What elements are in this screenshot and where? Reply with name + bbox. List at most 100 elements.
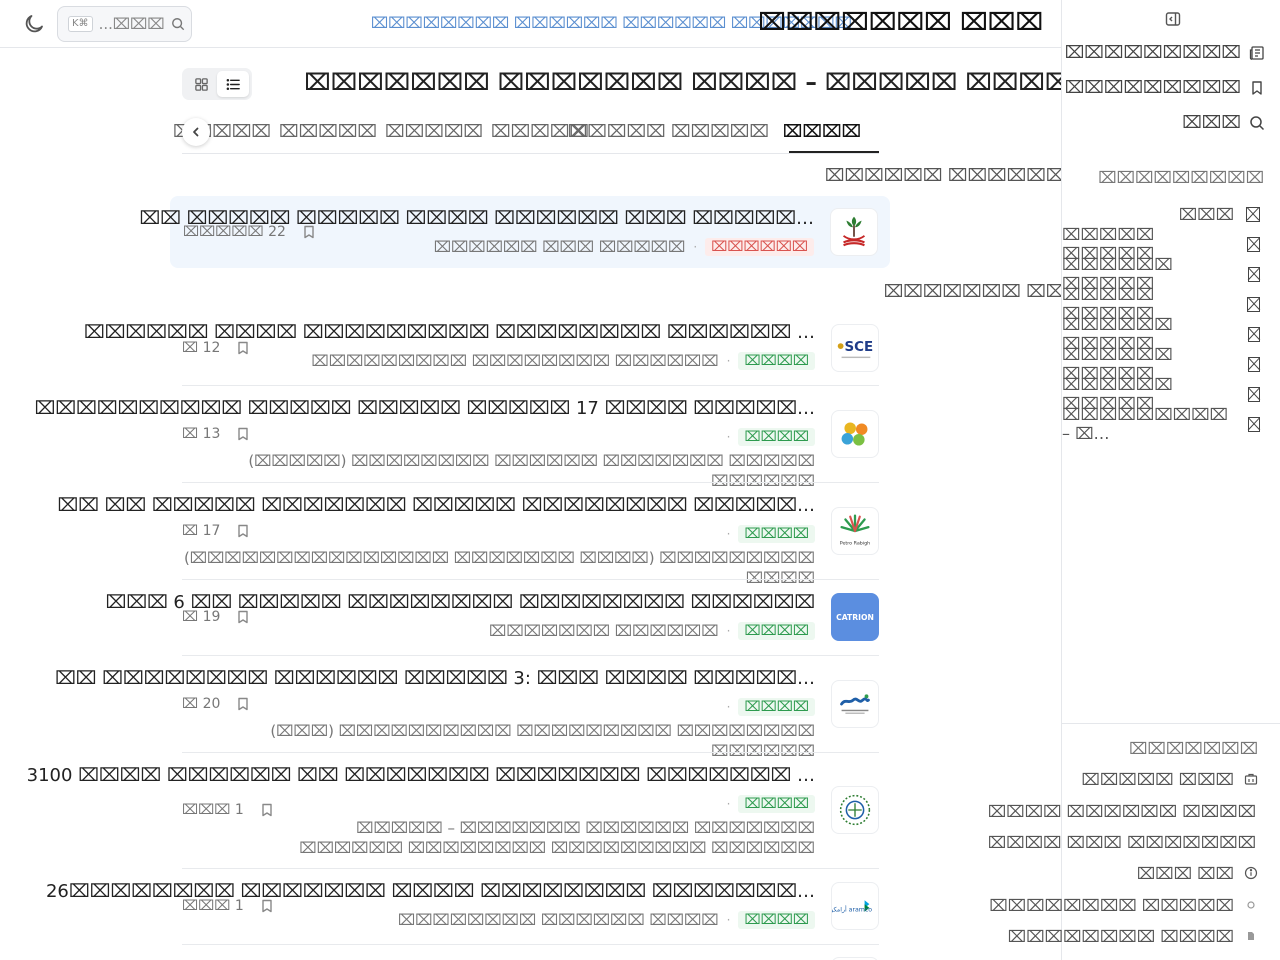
bookmark-button[interactable]	[260, 899, 274, 913]
latest-group-title: ⌧⌧⌧⌧⌧⌧⌧ ⌧⌧⌧	[883, 282, 1085, 302]
item-date: ⌧ 12	[182, 340, 221, 356]
sidebar-category[interactable]: ⌧⌧⌧⌧⌧⌧ ⌧⌧⌧⌧⌧	[1062, 345, 1260, 383]
bookmark-icon	[238, 697, 249, 711]
active-tab-indicator	[789, 151, 879, 153]
org-logo	[830, 208, 878, 256]
item-meta: · ⌧⌧⌧⌧	[727, 525, 815, 543]
bookmark-button[interactable]	[236, 427, 250, 441]
list-item[interactable]: 3100 ⌧⌧⌧⌧ ⌧⌧⌧⌧⌧⌧ ⌧⌧ ⌧⌧⌧⌧⌧⌧⌧ ⌧⌧⌧⌧⌧⌧⌧ ⌧⌧⌧⌧…	[27, 753, 879, 869]
category-icon	[1247, 326, 1260, 342]
list-item[interactable]: Petro Rabigh ⌧⌧ ⌧⌧ ⌧⌧⌧⌧⌧ ⌧⌧⌧⌧⌧⌧⌧ ⌧⌧⌧⌧⌧ ⌧…	[57, 483, 879, 587]
item-meta: · ⌧⌧⌧⌧	[727, 698, 815, 716]
org-name: ⌧⌧⌧⌧⌧⌧⌧ ⌧⌧⌧⌧⌧⌧	[489, 622, 719, 640]
footer-link[interactable]: ⌧⌧⌧⌧⌧⌧⌧⌧ ⌧⌧⌧⌧	[1008, 925, 1258, 947]
info-icon	[1244, 866, 1258, 880]
list-item[interactable]: أرامكو aramco 26⌧⌧⌧⌧⌧⌧⌧⌧ ⌧⌧⌧⌧⌧⌧⌧ ⌧⌧⌧⌧ ⌧⌧…	[46, 869, 879, 945]
item-left-meta: ⌧ 13	[182, 426, 250, 442]
tabs-scroll-left-button[interactable]	[182, 118, 210, 146]
footer-link[interactable]: ⌧⌧⌧ ⌧⌧	[1137, 862, 1258, 884]
tab-2[interactable]: ⌧⌧⌧⌧⌧ ⌧⌧⌧⌧⌧	[568, 122, 769, 142]
search-placeholder: ...⌧⌧⌧	[98, 15, 165, 33]
sidebar-item-bookmarks[interactable]: ⌧⌧⌧⌧⌧⌧⌧⌧⌧	[1065, 76, 1265, 100]
bookmark-button[interactable]	[302, 225, 316, 239]
list-view-button[interactable]	[217, 71, 249, 97]
document-icon	[1244, 929, 1258, 943]
separator-dot: ·	[726, 797, 731, 811]
item-left-meta: ⌧ 17	[182, 523, 250, 539]
ministry-seal-icon	[839, 794, 871, 826]
list-icon	[226, 78, 240, 90]
bookmark-icon	[1249, 80, 1265, 96]
sidebar-category[interactable]: ⌧⌧⌧⌧⌧⌧⌧⌧⌧ – ⌧…	[1062, 405, 1260, 443]
item-title[interactable]: ⌧⌧ ⌧⌧⌧⌧⌧⌧⌧⌧ ⌧⌧⌧⌧⌧⌧ ⌧⌧⌧⌧⌧ 3: ⌧⌧⌧ ⌧⌧⌧⌧ ⌧⌧⌧…	[55, 668, 815, 689]
item-title[interactable]: ⌧⌧⌧⌧⌧⌧⌧⌧⌧⌧ ⌧⌧⌧⌧⌧ ⌧⌧⌧⌧⌧ ⌧⌧⌧⌧⌧ 17 ⌧⌧⌧⌧ ⌧⌧⌧…	[35, 398, 815, 419]
org-logo	[831, 786, 879, 834]
bookmark-button[interactable]	[260, 803, 274, 817]
sidebar-category[interactable]: ⌧⌧⌧⌧⌧ ⌧⌧⌧⌧⌧	[1062, 285, 1260, 323]
category-tabs: ⌧⌧⌧⌧ ⌧⌧⌧⌧⌧ ⌧⌧⌧⌧⌧ ⌧⌧⌧⌧⌧ ⌧⌧⌧⌧⌧ ⌧⌧⌧⌧⌧ ⌧⌧⌧⌧⌧	[173, 114, 879, 154]
footer-link[interactable]: ⌧⌧⌧⌧ ⌧⌧⌧ ⌧⌧⌧⌧⌧⌧⌧	[988, 831, 1256, 853]
bookmark-icon	[304, 225, 314, 239]
item-date: ⌧ 17	[182, 523, 221, 539]
sima-logo-icon	[840, 694, 870, 714]
sidebar-category[interactable]: ⌧⌧⌧⌧⌧ ⌧⌧⌧⌧⌧	[1062, 225, 1260, 263]
list-item[interactable]: SCE ⌧⌧⌧⌧⌧⌧ ⌧⌧⌧⌧ ⌧⌧⌧⌧⌧⌧⌧⌧⌧ ⌧⌧⌧⌧⌧⌧⌧⌧ ⌧⌧⌧⌧⌧…	[84, 312, 879, 386]
bookmark-button[interactable]	[236, 341, 250, 355]
sidebar-item-label: ⌧⌧⌧⌧⌧⌧⌧⌧⌧	[1064, 43, 1241, 63]
sidebar-category[interactable]: ⌧⌧⌧	[1179, 202, 1260, 226]
sidebar-category[interactable]: ⌧⌧⌧⌧⌧⌧ ⌧⌧⌧⌧⌧	[1062, 255, 1260, 293]
grid-view-button[interactable]	[185, 71, 217, 97]
footer-link[interactable]: ⌧⌧⌧⌧ ⌧⌧⌧⌧⌧⌧ ⌧⌧⌧⌧	[988, 800, 1256, 822]
item-left-meta: ⌧⌧⌧ 1	[182, 898, 274, 914]
tab-all[interactable]: ⌧⌧⌧⌧	[783, 122, 861, 142]
search-box[interactable]: K⌘ ...⌧⌧⌧	[57, 6, 192, 42]
list-item[interactable]	[182, 945, 879, 960]
item-meta: ⌧⌧⌧⌧⌧⌧⌧⌧ ⌧⌧⌧⌧⌧⌧ ⌧⌧⌧⌧ · ⌧⌧⌧⌧	[398, 911, 815, 929]
svg-text:أرامكو aramco: أرامكو aramco	[832, 905, 872, 914]
list-item[interactable]: ⌧⌧ ⌧⌧⌧⌧⌧⌧⌧⌧ ⌧⌧⌧⌧⌧⌧ ⌧⌧⌧⌧⌧ 3: ⌧⌧⌧ ⌧⌧⌧⌧ ⌧⌧⌧…	[55, 656, 879, 760]
item-date: ⌧⌧⌧ 1	[182, 802, 244, 818]
top-header: K⌘ ...⌧⌧⌧ ⌧⌧⌧⌧⌧⌧⌧⌧ ⌧⌧⌧⌧⌧⌧ ⌧⌧⌧⌧⌧⌧ ⌧⌧⌧⌧⌧⌧⌧…	[0, 0, 1061, 48]
footer-link[interactable]: ⌧⌧⌧⌧⌧⌧⌧⌧ ⌧⌧⌧⌧⌧	[989, 894, 1258, 916]
bookmark-button[interactable]	[236, 524, 250, 538]
site-title[interactable]: ⌧⌧⌧⌧⌧⌧⌧ ⌧⌧⌧	[758, 8, 1043, 36]
dark-mode-toggle[interactable]	[22, 12, 46, 36]
org-logo: Petro Rabigh	[831, 507, 879, 555]
footer-link-label: ⌧⌧⌧⌧ ⌧⌧⌧ ⌧⌧⌧⌧⌧⌧⌧	[987, 832, 1256, 852]
category-label: ⌧⌧⌧	[1178, 204, 1234, 224]
tab-4[interactable]: ⌧⌧⌧⌧⌧	[385, 122, 483, 142]
item-date: ⌧⌧⌧ 1	[182, 898, 244, 914]
sidebar-category[interactable]: ⌧⌧⌧⌧⌧⌧ ⌧⌧⌧⌧⌧	[1062, 375, 1260, 413]
item-title[interactable]: 26⌧⌧⌧⌧⌧⌧⌧⌧ ⌧⌧⌧⌧⌧⌧⌧ ⌧⌧⌧⌧ ⌧⌧⌧⌧⌧⌧⌧⌧ ⌧⌧⌧⌧⌧⌧⌧…	[46, 881, 815, 902]
item-title[interactable]: 3100 ⌧⌧⌧⌧ ⌧⌧⌧⌧⌧⌧ ⌧⌧ ⌧⌧⌧⌧⌧⌧⌧ ⌧⌧⌧⌧⌧⌧⌧ ⌧⌧⌧⌧…	[27, 765, 815, 786]
item-left-meta: ⌧ 20	[182, 696, 250, 712]
chevron-left-icon	[193, 127, 199, 137]
category-icon	[1247, 356, 1260, 372]
newspaper-icon	[1249, 45, 1265, 61]
category-label: ⌧⌧⌧⌧⌧⌧⌧⌧⌧ – ⌧…	[1062, 405, 1228, 443]
footer-link-label: ⌧⌧⌧⌧⌧ ⌧⌧⌧	[1081, 769, 1234, 789]
sidebar-collapse-button[interactable]	[1164, 10, 1182, 28]
item-left-meta: ⌧ 19	[182, 609, 250, 625]
circle-icon	[1244, 898, 1258, 912]
sidebar-category[interactable]: ⌧⌧⌧⌧⌧⌧ ⌧⌧⌧⌧⌧	[1062, 315, 1260, 353]
status-badge: ⌧⌧⌧⌧	[738, 795, 815, 813]
bookmark-button[interactable]	[236, 697, 250, 711]
footer-title: ⌧⌧⌧⌧⌧⌧⌧	[1129, 737, 1258, 759]
item-title[interactable]: ⌧⌧ ⌧⌧ ⌧⌧⌧⌧⌧ ⌧⌧⌧⌧⌧⌧⌧ ⌧⌧⌧⌧⌧ ⌧⌧⌧⌧⌧⌧⌧⌧ ⌧⌧⌧⌧⌧…	[57, 495, 815, 516]
sidebar-item-search[interactable]: ⌧⌧⌧	[1182, 111, 1265, 135]
list-item[interactable]: CATRION ⌧⌧⌧ 6 ⌧⌧ ⌧⌧⌧⌧⌧ ⌧⌧⌧⌧⌧⌧⌧⌧ ⌧⌧⌧⌧⌧⌧⌧⌧…	[105, 580, 879, 656]
item-date: ⌧ 13	[182, 426, 221, 442]
tab-3[interactable]: ⌧⌧⌧⌧⌧	[491, 122, 589, 142]
view-toggle	[182, 68, 252, 100]
tab-5[interactable]: ⌧⌧⌧⌧⌧	[279, 122, 377, 142]
list-item[interactable]: ⌧⌧⌧⌧⌧⌧⌧⌧⌧⌧ ⌧⌧⌧⌧⌧ ⌧⌧⌧⌧⌧ ⌧⌧⌧⌧⌧ 17 ⌧⌧⌧⌧ ⌧⌧⌧…	[35, 386, 879, 490]
org-name: ⌧⌧⌧⌧⌧⌧⌧⌧⌧ ⌧⌧⌧⌧⌧⌧⌧⌧ ⌧⌧⌧⌧⌧⌧	[311, 352, 719, 370]
footer-link[interactable]: ⌧⌧⌧⌧⌧ ⌧⌧⌧	[1081, 768, 1258, 790]
sidebar-item-newspapers[interactable]: ⌧⌧⌧⌧⌧⌧⌧⌧⌧	[1065, 41, 1265, 65]
pinned-list-item[interactable]: ⌧⌧ ⌧⌧⌧⌧⌧ ⌧⌧⌧⌧⌧ ⌧⌧⌧⌧ ⌧⌧⌧⌧⌧⌧ ⌧⌧⌧ ⌧⌧⌧⌧⌧… ⌧⌧…	[139, 196, 890, 268]
svg-text:Petro Rabigh: Petro Rabigh	[840, 540, 870, 546]
grid-icon	[194, 77, 208, 91]
bookmark-button[interactable]	[236, 610, 250, 624]
status-badge: ⌧⌧⌧⌧	[738, 698, 815, 716]
